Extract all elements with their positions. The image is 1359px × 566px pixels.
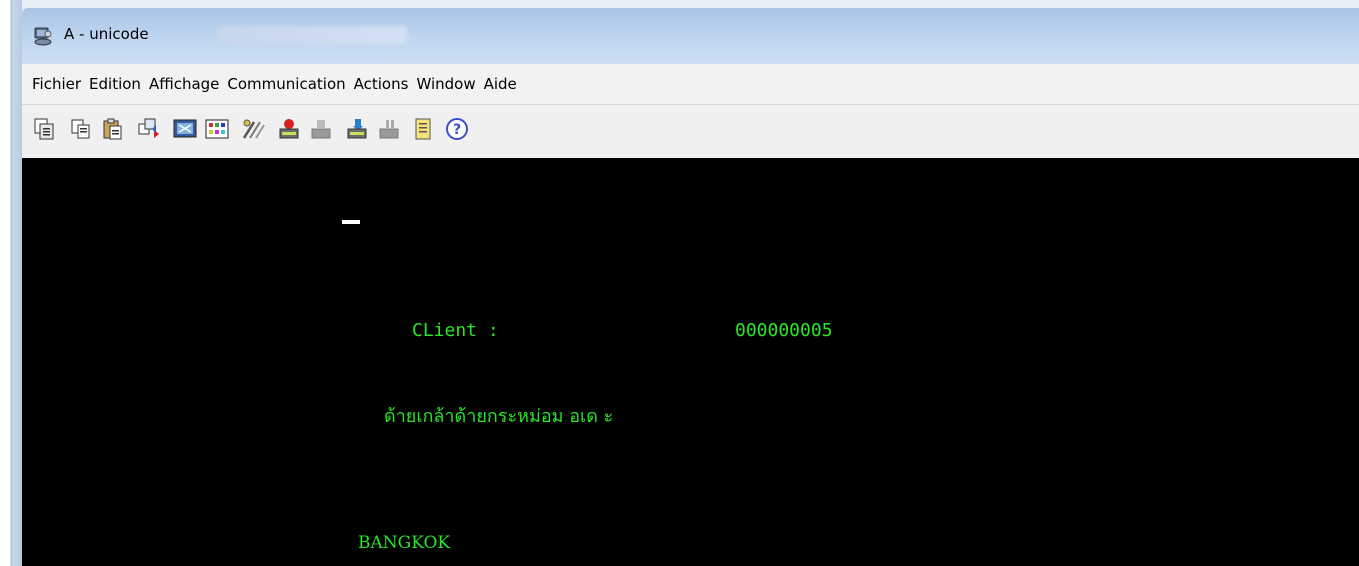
- client-label: CLient :: [412, 320, 499, 341]
- window-title: A - unicode: [64, 25, 149, 43]
- terminal-screen[interactable]: CLient : 000000005 ด้ายเกล้าด้ายกระหม่อม…: [22, 158, 1359, 566]
- print-disabled-icon[interactable]: [308, 116, 334, 142]
- menu-affichage[interactable]: Affichage: [145, 73, 223, 95]
- emulator-window: A - unicode Fichier Edition Affichage Co…: [0, 0, 1359, 566]
- thai-text-line: ด้ายเกล้าด้ายกระหม่อม อเด ะ: [384, 406, 614, 427]
- client-value: 000000005: [735, 320, 833, 341]
- copy-icon[interactable]: [68, 116, 94, 142]
- print-icon[interactable]: [276, 116, 302, 142]
- paste-icon[interactable]: [100, 116, 126, 142]
- background-window-edge: [0, 0, 22, 566]
- menu-edition[interactable]: Edition: [85, 73, 145, 95]
- menu-actions[interactable]: Actions: [350, 73, 413, 95]
- svg-text:?: ?: [453, 122, 461, 138]
- print-setup-disabled-icon[interactable]: [376, 116, 402, 142]
- menu-window[interactable]: Window: [412, 73, 479, 95]
- menu-bar: Fichier Edition Affichage Communication …: [22, 64, 1359, 105]
- notes-icon[interactable]: [410, 116, 436, 142]
- color-palette-icon[interactable]: [204, 116, 230, 142]
- title-blurred-region: [217, 26, 407, 44]
- city-text: BANGKOK: [358, 533, 451, 553]
- send-receive-icon[interactable]: [136, 116, 162, 142]
- text-cursor: [342, 220, 360, 224]
- menu-fichier[interactable]: Fichier: [32, 73, 85, 95]
- display-setup-icon[interactable]: [172, 116, 198, 142]
- toolbar: ?: [22, 105, 1359, 157]
- menu-communication[interactable]: Communication: [223, 73, 349, 95]
- terminal-app-icon[interactable]: [32, 25, 54, 47]
- menu-aide[interactable]: Aide: [480, 73, 521, 95]
- macro-icon[interactable]: [240, 116, 266, 142]
- title-bar[interactable]: A - unicode: [22, 8, 1359, 64]
- help-icon[interactable]: ?: [444, 116, 470, 142]
- copy-append-icon[interactable]: [32, 116, 58, 142]
- print-setup-icon[interactable]: [344, 116, 370, 142]
